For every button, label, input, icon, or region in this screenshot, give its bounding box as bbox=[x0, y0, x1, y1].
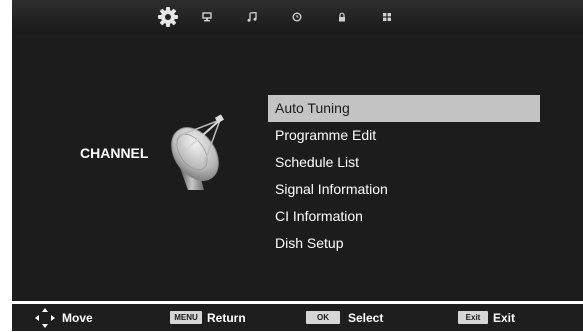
settings-gear-icon[interactable] bbox=[156, 5, 180, 29]
satellite-dish-icon bbox=[158, 110, 238, 194]
hint-return-label: Return bbox=[207, 310, 246, 325]
hint-select-label: Select bbox=[348, 310, 384, 325]
menu-item-schedule-list[interactable]: Schedule List bbox=[268, 149, 540, 176]
menu-item-auto-tuning[interactable]: Auto Tuning bbox=[268, 95, 540, 122]
hint-move-label: Move bbox=[62, 310, 93, 325]
hint-bar: Move MENU Return OK Select Exit Exit bbox=[12, 304, 583, 331]
clock-icon[interactable] bbox=[287, 8, 307, 26]
hint-exit-label: Exit bbox=[493, 310, 516, 325]
tv-menu-screen: CHANNEL Auto Tuning Programme Edit Sched… bbox=[0, 0, 583, 331]
hint-exit: Exit Exit bbox=[458, 304, 515, 331]
category-title: CHANNEL bbox=[80, 145, 149, 161]
ok-key[interactable]: OK bbox=[306, 311, 340, 324]
lock-icon[interactable] bbox=[332, 8, 352, 26]
arrows-icon bbox=[34, 307, 56, 329]
menu-item-signal-information[interactable]: Signal Information bbox=[268, 176, 540, 203]
grid-icon[interactable] bbox=[377, 8, 397, 26]
hint-move: Move bbox=[34, 304, 93, 331]
exit-key[interactable]: Exit bbox=[458, 311, 488, 324]
top-icon-bar bbox=[12, 0, 583, 33]
menu-item-ci-information[interactable]: CI Information bbox=[268, 203, 540, 230]
hint-select: OK Select bbox=[306, 304, 383, 331]
music-note-icon[interactable] bbox=[242, 8, 262, 26]
channel-menu: Auto Tuning Programme Edit Schedule List… bbox=[268, 95, 540, 257]
menu-item-dish-setup[interactable]: Dish Setup bbox=[268, 230, 540, 257]
monitor-icon[interactable] bbox=[197, 8, 217, 26]
menu-key[interactable]: MENU bbox=[170, 311, 202, 324]
menu-item-programme-edit[interactable]: Programme Edit bbox=[268, 122, 540, 149]
hint-return: MENU Return bbox=[170, 304, 246, 331]
